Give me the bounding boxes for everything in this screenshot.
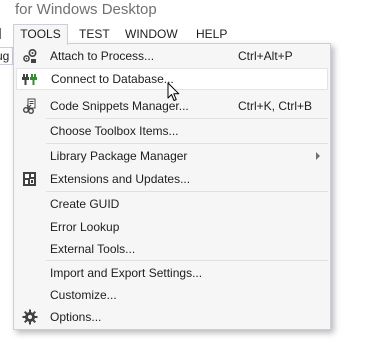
menu-item-extensions-and-updates[interactable]: Extensions and Updates... bbox=[16, 168, 328, 190]
menu-item-label: Import and Export Settings... bbox=[50, 266, 203, 280]
extensions-icon bbox=[22, 171, 38, 187]
menu-window[interactable]: WINDOW bbox=[125, 24, 178, 44]
menu-item-external-tools[interactable]: External Tools... bbox=[16, 238, 328, 260]
menu-separator bbox=[46, 260, 328, 261]
mouse-pointer-icon bbox=[167, 82, 181, 105]
menu-item-error-lookup[interactable]: Error Lookup bbox=[16, 216, 328, 238]
menu-bar-edge bbox=[0, 28, 3, 39]
window-title: for Windows Desktop bbox=[15, 1, 157, 18]
menu-bar: TOOLS TEST WINDOW HELP bbox=[0, 24, 370, 45]
menu-item-library-package-manager[interactable]: Library Package Manager bbox=[16, 145, 328, 167]
menu-item-label: Attach to Process... bbox=[50, 49, 155, 63]
menu-item-customize[interactable]: Customize... bbox=[16, 284, 328, 306]
menu-item-label: Extensions and Updates... bbox=[50, 172, 191, 186]
menu-item-label: Customize... bbox=[50, 288, 117, 302]
menu-item-label: Create GUID bbox=[50, 197, 120, 211]
menu-item-choose-toolbox-items[interactable]: Choose Toolbox Items... bbox=[16, 120, 328, 142]
menu-item-create-guid[interactable]: Create GUID bbox=[16, 193, 328, 215]
code-snippets-icon bbox=[22, 98, 38, 114]
menu-help[interactable]: HELP bbox=[196, 24, 227, 44]
gear-icon bbox=[22, 309, 38, 325]
toolbar-combo-text: ug bbox=[0, 49, 10, 63]
menu-item-label: Error Lookup bbox=[50, 220, 120, 234]
menu-separator bbox=[46, 118, 328, 119]
menu-separator bbox=[46, 191, 328, 192]
menu-item-label: Connect to Database... bbox=[51, 72, 174, 86]
toolbar-combo[interactable]: ug bbox=[0, 47, 13, 65]
menu-item-shortcut: Ctrl+Alt+P bbox=[238, 49, 293, 63]
connect-database-icon bbox=[22, 71, 38, 87]
attach-process-icon bbox=[22, 48, 38, 64]
menu-item-label: Choose Toolbox Items... bbox=[50, 124, 179, 138]
menu-item-options[interactable]: Options... bbox=[16, 306, 328, 328]
menu-item-shortcut: Ctrl+K, Ctrl+B bbox=[238, 99, 313, 113]
menu-item-label: Options... bbox=[50, 310, 102, 324]
menu-item-attach-to-process[interactable]: Attach to Process... Ctrl+Alt+P bbox=[16, 45, 328, 67]
menu-item-label: External Tools... bbox=[50, 242, 136, 256]
menu-tools[interactable]: TOOLS bbox=[13, 24, 68, 45]
submenu-arrow-icon bbox=[316, 152, 320, 160]
menu-test[interactable]: TEST bbox=[79, 24, 110, 44]
menu-item-import-export-settings[interactable]: Import and Export Settings... bbox=[16, 262, 328, 284]
menu-separator bbox=[46, 143, 328, 144]
menu-item-label: Library Package Manager bbox=[50, 149, 188, 163]
